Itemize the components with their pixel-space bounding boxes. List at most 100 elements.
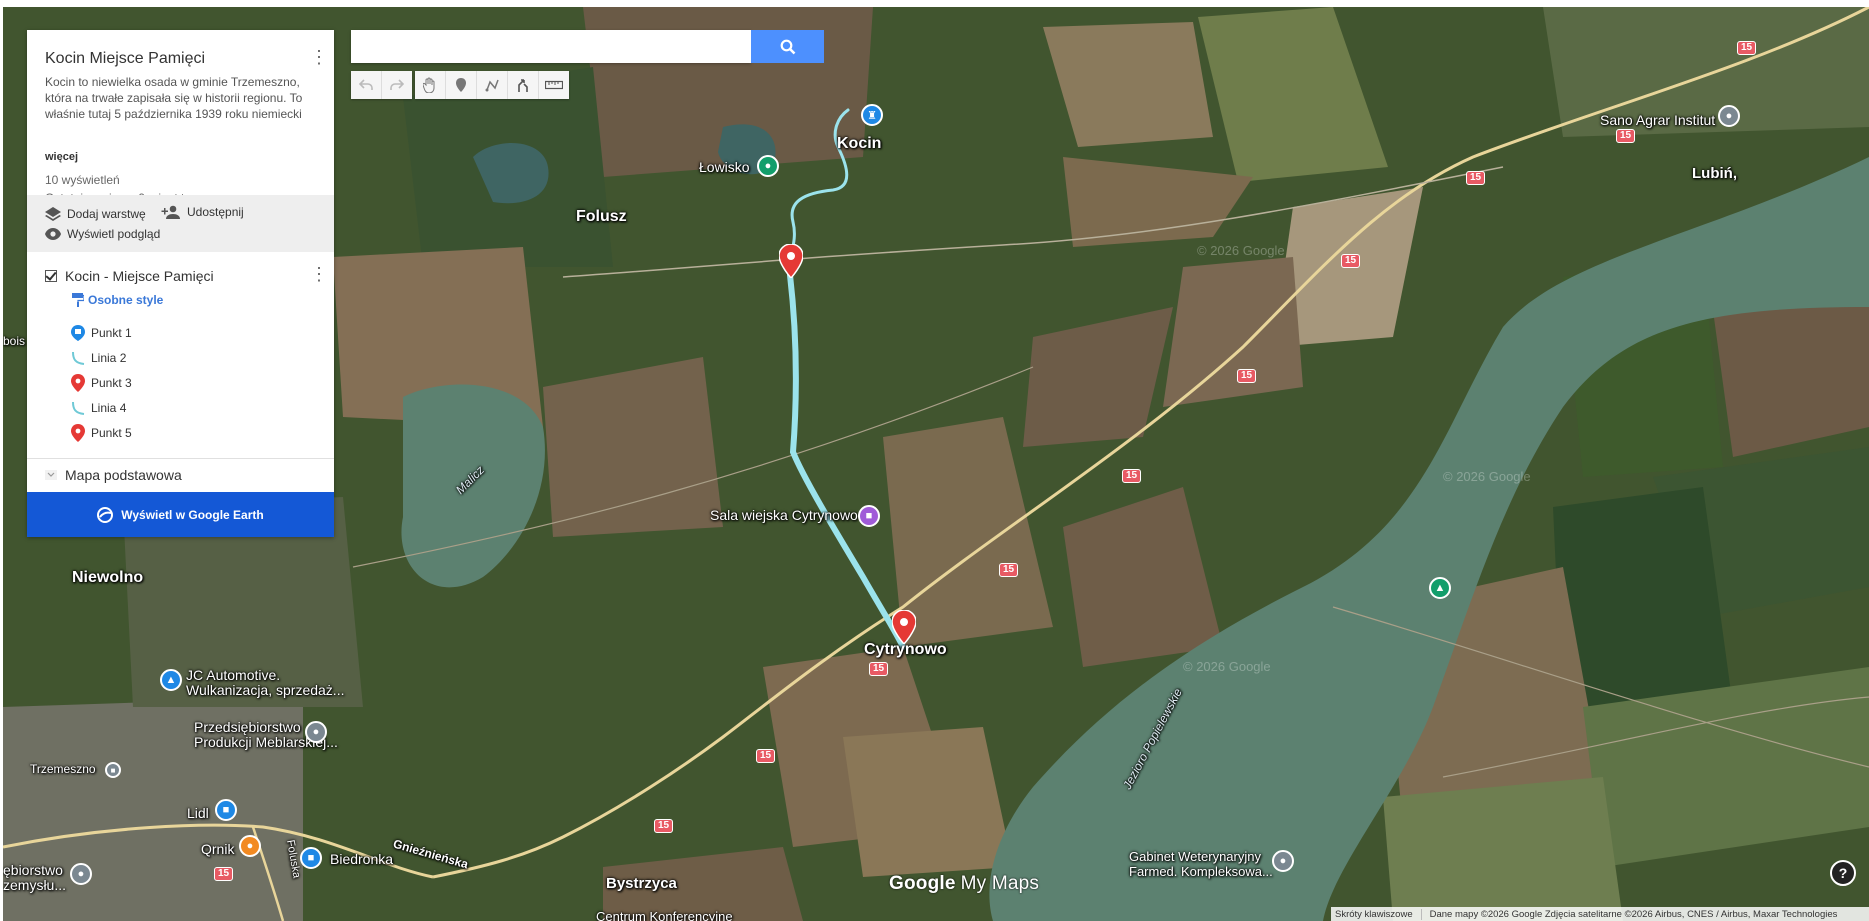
line-icon [72, 401, 85, 415]
road-shield: 15 [1737, 41, 1757, 55]
divider [27, 458, 334, 459]
directions-icon [518, 79, 528, 92]
label-gabinet-2: Farmed. Kompleksowa... [1129, 864, 1273, 879]
label-centrum: Centrum Konferencyjne [596, 909, 733, 921]
undo-icon [359, 79, 373, 90]
label-folusz: Folusz [576, 208, 627, 225]
feature-item[interactable]: Punkt 1 [71, 323, 132, 343]
keyboard-shortcuts-link[interactable]: Skróty klawiszowe [1331, 908, 1422, 920]
label-niewolno: Niewolno [72, 569, 144, 586]
add-layer-label: Dodaj warstwę [67, 207, 146, 221]
label-przedsiebiorstwo-left-2: zemysłu... [3, 877, 67, 893]
directions-button[interactable] [508, 71, 539, 99]
feature-label: Punkt 5 [91, 426, 132, 440]
road-shield: 15 [1122, 469, 1142, 483]
history-tools [351, 71, 412, 99]
layer-name[interactable]: Kocin - Miejsce Pamięci [65, 268, 214, 284]
label-sala-wiejska: Sala wiejska Cytrynowo [710, 507, 858, 523]
google-my-maps-logo: Google My Maps [889, 873, 1039, 895]
label-przedsiebiorstwo-left: ębiorstwo [3, 862, 63, 878]
fishing-pin-icon[interactable]: ● [757, 155, 779, 177]
car-service-pin-icon[interactable]: ▲ [160, 669, 182, 691]
search-icon [780, 39, 795, 54]
basemap-label: Mapa podstawowa [65, 467, 182, 483]
basemap-header[interactable]: Mapa podstawowa [45, 467, 182, 483]
road-shield: 15 [1237, 369, 1257, 383]
panel-actions: Dodaj warstwę Udostępnij Wyświetl podglą… [27, 195, 334, 252]
label-jc-automotive: JC Automotive. [186, 667, 281, 683]
undo-button[interactable] [351, 71, 382, 99]
view-count: 10 wyświetleń [45, 173, 120, 187]
preview-label: Wyświetl podgląd [67, 227, 161, 241]
preview-button[interactable]: Wyświetl podgląd [45, 227, 160, 241]
more-link[interactable]: więcej [45, 151, 78, 163]
ruler-icon [545, 80, 563, 90]
company-pin-icon-2[interactable]: ● [70, 863, 92, 885]
measure-button[interactable] [539, 71, 569, 99]
camp-pin-icon[interactable]: ▲ [1429, 577, 1451, 599]
road-shield: 15 [999, 563, 1019, 577]
google-earth-icon [97, 506, 114, 523]
add-layer-button[interactable]: Dodaj warstwę [45, 207, 146, 221]
feature-label: Linia 4 [91, 401, 127, 415]
label-trzemeszno: Trzemeszno [30, 762, 96, 776]
share-button[interactable]: Udostępnij [161, 205, 244, 219]
institute-pin-icon[interactable]: ● [1718, 105, 1740, 127]
feature-item[interactable]: Linia 4 [71, 398, 126, 418]
castle-pin-icon[interactable]: ♜ [861, 104, 883, 126]
search-input[interactable] [351, 30, 751, 63]
label-lowisko: Łowisko [699, 159, 750, 175]
map-footer: Skróty klawiszowe Dane mapy ©2026 Google… [1331, 907, 1869, 921]
help-button[interactable]: ? [1830, 860, 1856, 886]
individual-styles-link[interactable]: Osobne style [72, 293, 163, 307]
station-pin-icon[interactable]: ■ [105, 762, 121, 778]
search-button[interactable] [751, 30, 824, 63]
eye-icon [45, 228, 61, 240]
label-lubin: Lubiń, [1692, 165, 1737, 182]
label-lidl: Lidl [187, 805, 209, 821]
feature-item[interactable]: Linia 2 [71, 348, 126, 368]
earth-button-label: Wyświetl w Google Earth [121, 507, 264, 522]
road-shield: 15 [756, 749, 776, 763]
view-in-google-earth-button[interactable]: Wyświetl w Google Earth [27, 492, 334, 537]
more-vert-icon[interactable]: ⋮ [310, 48, 328, 66]
red-pin-icon[interactable] [779, 244, 803, 278]
vet-pin-icon[interactable]: ● [1272, 850, 1294, 872]
draw-line-button[interactable] [477, 71, 508, 99]
layer-visibility-checkbox[interactable] [45, 270, 57, 282]
map-title[interactable]: Kocin Miejsce Pamięci [45, 50, 205, 68]
feature-item[interactable]: Punkt 3 [71, 373, 132, 393]
road-shield: 15 [1616, 129, 1636, 143]
road-shield: 15 [654, 819, 674, 833]
label-jc-automotive-2: Wulkanizacja, sprzedaż... [186, 682, 345, 698]
chevron-down-icon[interactable] [45, 470, 57, 480]
shop-pin-icon-2[interactable]: ■ [300, 847, 322, 869]
add-marker-button[interactable] [446, 71, 477, 99]
red-pin-icon[interactable] [892, 610, 916, 644]
marker-icon [456, 78, 466, 92]
feature-label: Punkt 1 [91, 326, 132, 340]
paint-roller-icon [72, 293, 84, 307]
line-icon [72, 351, 85, 365]
label-kocin: Kocin [837, 135, 882, 152]
pan-hand-button[interactable] [415, 71, 446, 99]
map-description: Kocin to niewielka osada w gminie Trzeme… [45, 75, 303, 121]
individual-styles-label: Osobne style [88, 293, 164, 307]
logo-my-maps: My Maps [960, 873, 1040, 894]
food-pin-icon[interactable]: ● [239, 835, 261, 857]
hall-pin-icon[interactable]: ■ [858, 505, 880, 527]
map-legend-panel: Kocin Miejsce Pamięci ⋮ Kocin to niewiel… [27, 30, 334, 537]
map-watermark: © 2026 Google [1183, 659, 1271, 674]
map-watermark: © 2026 Google [1197, 243, 1285, 258]
road-shield: 15 [869, 662, 889, 676]
layer-options-icon[interactable]: ⋮ [310, 264, 328, 285]
share-label: Udostępnij [187, 205, 244, 219]
redo-button[interactable] [382, 71, 412, 99]
layer-header[interactable]: Kocin - Miejsce Pamięci [45, 266, 320, 286]
shop-pin-icon[interactable]: ■ [215, 799, 237, 821]
red-pin-icon [71, 374, 85, 392]
label-sano-agrar: Sano Agrar Institut [1600, 112, 1716, 128]
company-pin-icon[interactable]: ● [305, 721, 327, 743]
feature-item[interactable]: Punkt 5 [71, 423, 132, 443]
road-shield: 15 [1341, 254, 1361, 268]
